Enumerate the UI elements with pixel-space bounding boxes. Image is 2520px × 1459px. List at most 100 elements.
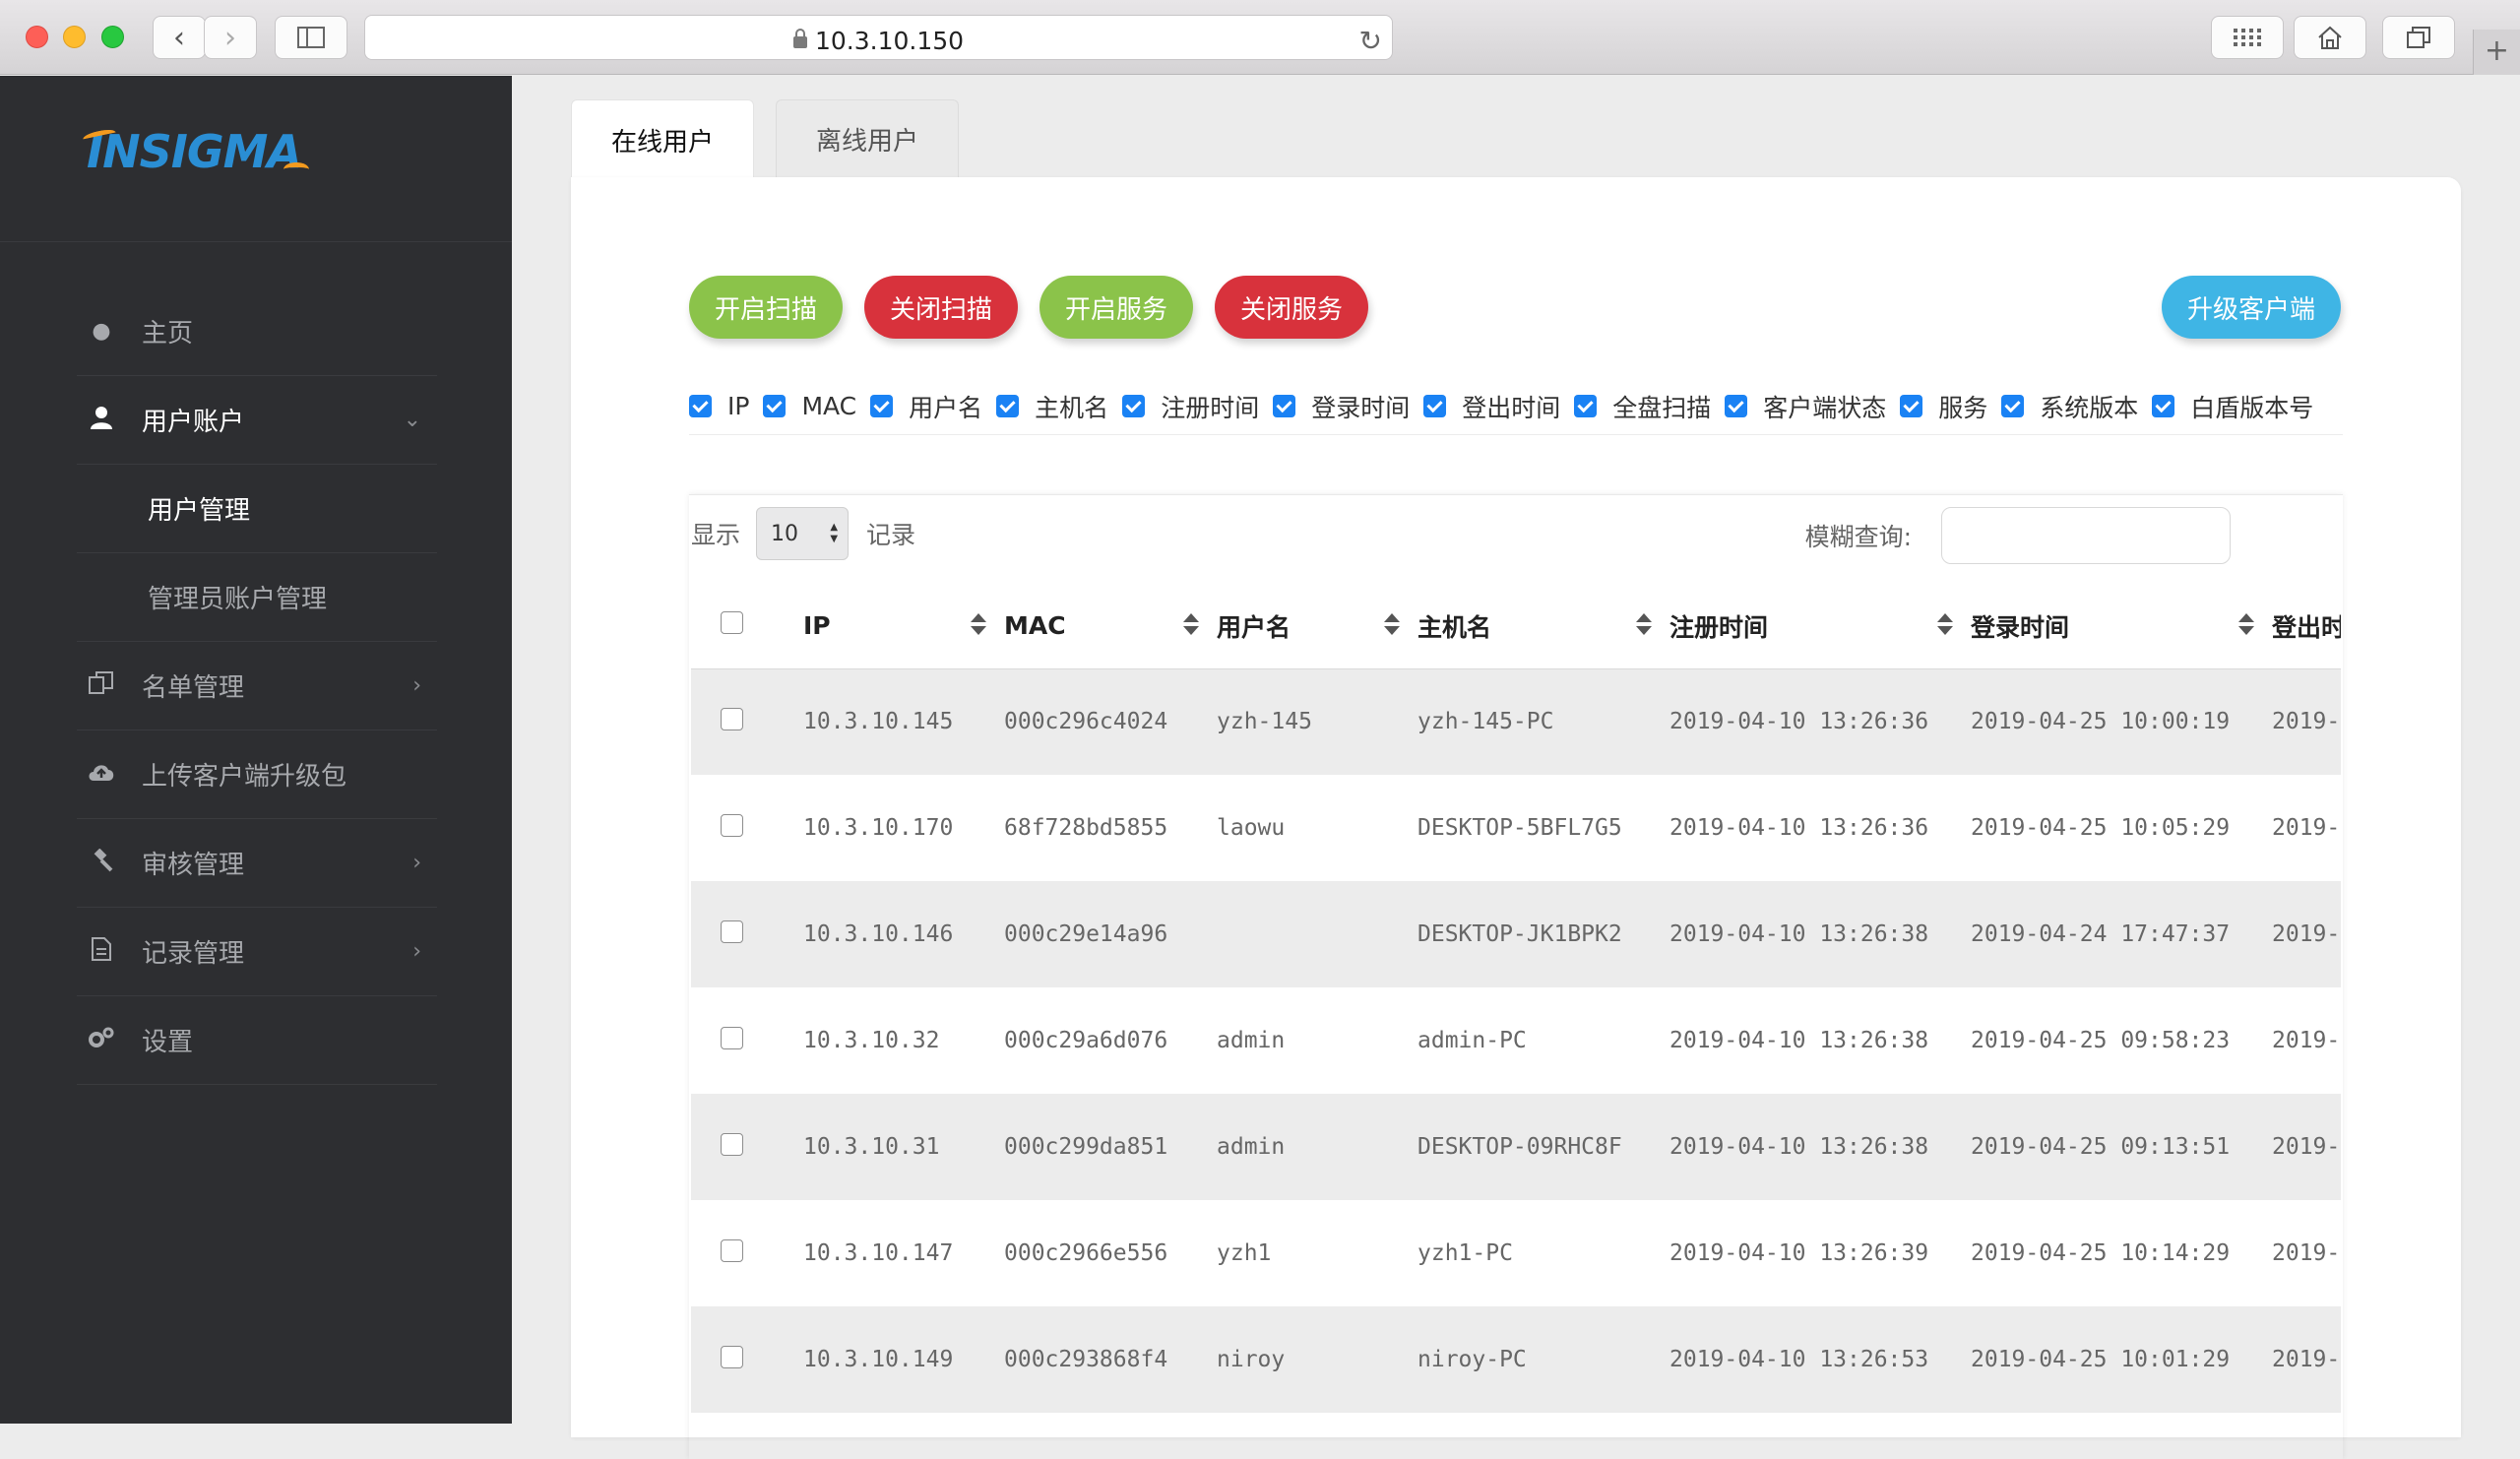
checkbox-checked[interactable] xyxy=(2152,395,2175,417)
back-button[interactable]: ‹ xyxy=(153,16,206,59)
column-toggle-username[interactable]: 用户名 xyxy=(870,389,982,424)
search-input[interactable] xyxy=(1941,507,2231,564)
cell-ip: 10.3.10.145 xyxy=(803,668,1004,775)
sidebar-item-audit[interactable]: 审核管理 › xyxy=(77,819,437,908)
column-toggle-service[interactable]: 服务 xyxy=(1900,389,1987,424)
row-checkbox[interactable] xyxy=(721,1238,743,1262)
forward-button[interactable]: › xyxy=(204,16,257,59)
column-toggle-mac[interactable]: MAC xyxy=(763,392,856,420)
sidebar-subitem-user-management[interactable]: 用户管理 xyxy=(77,465,437,553)
sidebar-toggle-button[interactable] xyxy=(275,16,347,59)
checkbox-checked[interactable] xyxy=(689,395,712,417)
table-row[interactable]: 10.3.10.145 000c296c4024 yzh-145 yzh-145… xyxy=(691,668,2341,775)
checkbox-checked[interactable] xyxy=(1725,395,1748,417)
checkbox-checked[interactable] xyxy=(1273,395,1296,417)
cell-login-time: 2019-04-25 09:58:23 xyxy=(1971,987,2272,1094)
column-toggle-full-scan[interactable]: 全盘扫描 xyxy=(1574,389,1711,424)
row-checkbox[interactable] xyxy=(721,707,743,730)
column-header-login-time[interactable]: 登录时间 xyxy=(1971,584,2272,669)
top-sites-button[interactable] xyxy=(2211,16,2284,59)
checkbox-checked[interactable] xyxy=(1900,395,1923,417)
stop-scan-button[interactable]: 关闭扫描 xyxy=(864,276,1019,339)
table-row[interactable]: 10.3.10.147 000c2966e556 yzh1 yzh1-PC 20… xyxy=(691,1200,2341,1306)
upgrade-client-button[interactable]: 升级客户端 xyxy=(2162,276,2342,339)
column-header-register-time[interactable]: 注册时间 xyxy=(1670,584,1971,669)
plus-icon: + xyxy=(2484,33,2510,68)
column-toggle-hostname[interactable]: 主机名 xyxy=(996,389,1108,424)
table-row[interactable]: 10.3.10.31 000c299da851 admin DESKTOP-09… xyxy=(691,1094,2341,1200)
cell-hostname: DESKTOP-5BFL7G5 xyxy=(1418,775,1670,881)
chevron-down-icon: ⌄ xyxy=(403,408,421,432)
row-checkbox[interactable] xyxy=(721,1345,743,1368)
column-header-hostname[interactable]: 主机名 xyxy=(1418,584,1670,669)
sidebar-item-settings[interactable]: 设置 xyxy=(77,996,437,1085)
minimize-window-button[interactable] xyxy=(63,26,86,48)
column-toggle-shield-version[interactable]: 白盾版本号 xyxy=(2152,389,2313,424)
checkbox-checked[interactable] xyxy=(763,395,787,417)
checkbox-checked[interactable] xyxy=(1574,395,1598,417)
table-row[interactable]: 10.3.10.32 000c29a6d076 admin admin-PC 2… xyxy=(691,987,2341,1094)
cell-register-time: 2019-04-10 13:26:36 xyxy=(1670,668,1971,775)
start-service-button[interactable]: 开启服务 xyxy=(1040,276,1194,339)
new-tab-button[interactable]: + xyxy=(2473,30,2520,75)
checkbox-checked[interactable] xyxy=(1423,395,1447,417)
list-icon xyxy=(87,670,116,701)
column-toggle-os-version[interactable]: 系统版本 xyxy=(2001,389,2138,424)
home-icon xyxy=(2318,26,2342,49)
zoom-window-button[interactable] xyxy=(101,26,124,48)
checkbox-checked[interactable] xyxy=(870,395,894,417)
table-row[interactable]: 10.3.10.170 68f728bd5855 laowu DESKTOP-5… xyxy=(691,775,2341,881)
cell-register-time: 2019-04-10 13:26:36 xyxy=(1670,775,1971,881)
stop-service-button[interactable]: 关闭服务 xyxy=(1215,276,1369,339)
document-icon xyxy=(87,936,116,967)
table-header-row: IP MAC 用户名 主机名 注册时间 登录时间 登出时间 xyxy=(691,584,2341,669)
sidebar-item-home[interactable]: ● 主页 xyxy=(77,287,437,376)
cell-hostname: DESKTOP-JK1BPK2 xyxy=(1418,881,1670,987)
tab-offline-users[interactable]: 离线用户 xyxy=(776,99,960,178)
sidebar-item-records[interactable]: 记录管理 › xyxy=(77,908,437,996)
close-window-button[interactable] xyxy=(26,26,48,48)
sidebar-item-label: 设置 xyxy=(142,1028,194,1057)
sidebar-item-upload-client[interactable]: 上传客户端升级包 xyxy=(77,730,437,819)
column-toggles: IP MAC 用户名 主机名 注册时间 登录时间 登出时间 全盘扫描 客户端状态… xyxy=(689,378,2343,435)
column-header-ip[interactable]: IP xyxy=(803,584,1004,669)
tabs-overview-button[interactable] xyxy=(2382,16,2455,59)
page-size-select[interactable]: 10 ▲ ▼ xyxy=(756,507,850,560)
cell-login-time: 2019-04-25 10:01:29 xyxy=(1971,1306,2272,1413)
start-scan-button[interactable]: 开启扫描 xyxy=(689,276,844,339)
sidebar-item-lists[interactable]: 名单管理 › xyxy=(77,642,437,730)
table-row[interactable]: 10.3.10.149 000c293868f4 niroy niroy-PC … xyxy=(691,1306,2341,1413)
content-card: 开启扫描 关闭扫描 开启服务 关闭服务 升级客户端 IP MAC 用户名 主机名… xyxy=(571,177,2461,1437)
sidebar-item-user-accounts[interactable]: 用户账户 ⌄ xyxy=(77,376,437,465)
row-checkbox[interactable] xyxy=(721,813,743,837)
sidebar-subitem-admin-accounts[interactable]: 管理员账户管理 xyxy=(77,553,437,642)
cell-username: admin xyxy=(1217,1094,1418,1200)
home-button[interactable] xyxy=(2294,16,2366,59)
row-checkbox[interactable] xyxy=(721,1132,743,1156)
row-checkbox[interactable] xyxy=(721,1026,743,1049)
cell-username: yzh1 xyxy=(1217,1200,1418,1306)
select-all-checkbox[interactable] xyxy=(721,611,743,635)
insigma-logo[interactable]: INSIGMA xyxy=(82,125,309,204)
globe-icon: ● xyxy=(92,319,111,344)
address-bar[interactable]: 10.3.10.150 ↻ xyxy=(364,15,1393,60)
checkbox-checked[interactable] xyxy=(2001,395,2025,417)
column-toggle-logout-time[interactable]: 登出时间 xyxy=(1423,389,1560,424)
table-row[interactable]: 10.3.10.146 000c29e14a96 DESKTOP-JK1BPK2… xyxy=(691,881,2341,987)
column-toggle-client-status[interactable]: 客户端状态 xyxy=(1725,389,1886,424)
cell-login-time: 2019-04-25 10:14:29 xyxy=(1971,1200,2272,1306)
row-checkbox[interactable] xyxy=(721,920,743,943)
column-header-logout-time[interactable]: 登出时间 xyxy=(2272,584,2341,669)
column-toggle-ip[interactable]: IP xyxy=(689,392,749,420)
sidebar-subitem-label: 管理员账户管理 xyxy=(148,585,328,614)
cell-login-time: 2019-04-25 09:13:51 xyxy=(1971,1094,2272,1200)
cell-register-time: 2019-04-10 13:26:38 xyxy=(1670,987,1971,1094)
column-toggle-login-time[interactable]: 登录时间 xyxy=(1273,389,1410,424)
tab-online-users[interactable]: 在线用户 xyxy=(571,99,755,180)
column-toggle-register-time[interactable]: 注册时间 xyxy=(1122,389,1259,424)
checkbox-checked[interactable] xyxy=(1122,395,1146,417)
column-header-username[interactable]: 用户名 xyxy=(1217,584,1418,669)
checkbox-checked[interactable] xyxy=(996,395,1020,417)
column-header-mac[interactable]: MAC xyxy=(1004,584,1217,669)
reload-icon[interactable]: ↻ xyxy=(1359,25,1382,57)
